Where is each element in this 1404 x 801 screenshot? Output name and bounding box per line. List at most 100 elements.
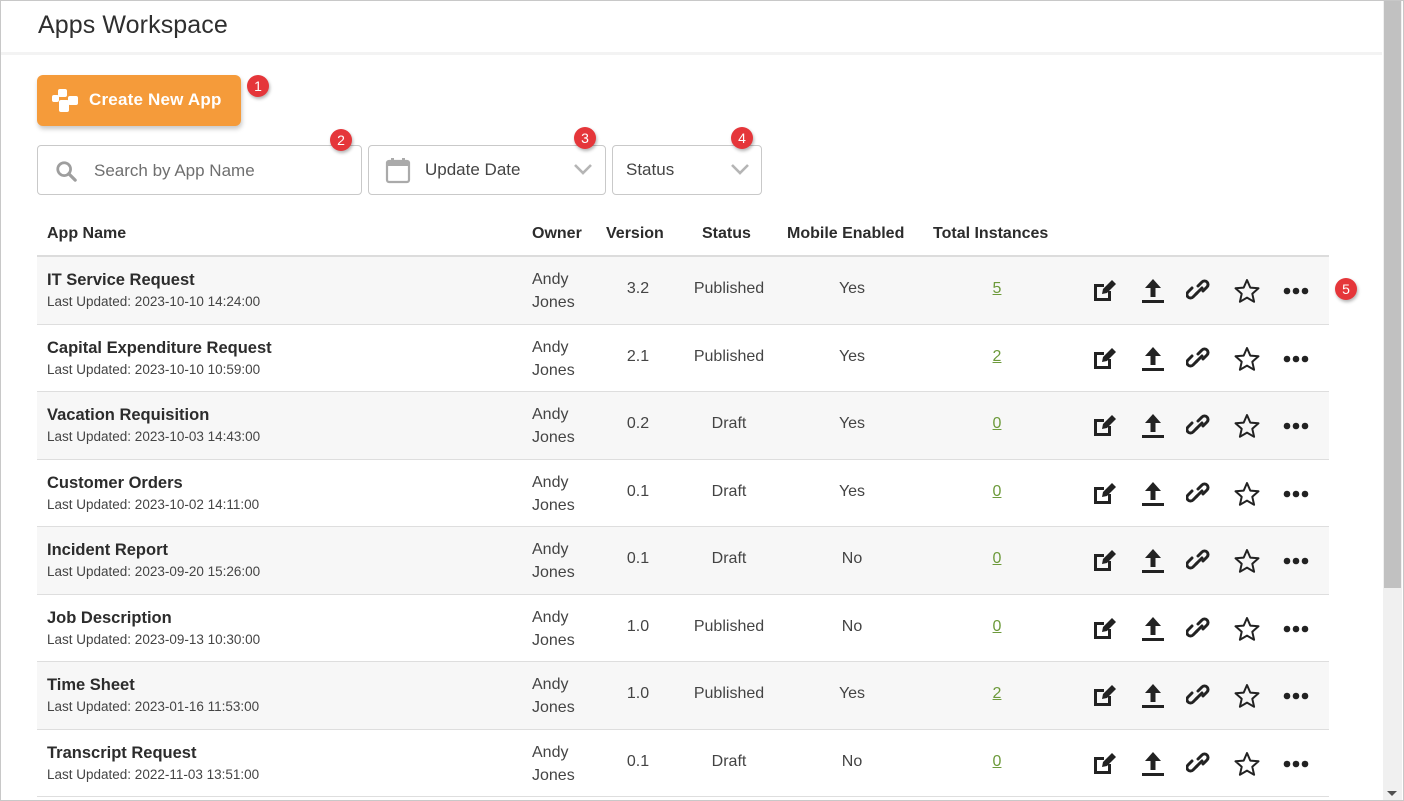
table-row[interactable]: Incident Report Last Updated: 2023-09-20… [37,527,1329,595]
owner-last-name: Jones [532,294,575,311]
table-row[interactable]: Customer Orders Last Updated: 2023-10-02… [37,460,1329,527]
table-row[interactable]: IT Service Request Last Updated: 2023-10… [37,257,1329,325]
favorite-button[interactable] [1232,277,1262,305]
publish-button[interactable] [1138,682,1168,710]
favorite-button[interactable] [1232,480,1262,508]
app-name[interactable]: Capital Expenditure Request [47,339,272,358]
favorite-button[interactable] [1232,547,1262,575]
app-name[interactable]: Transcript Request [47,744,196,763]
star-icon [1234,481,1260,506]
app-name[interactable]: Incident Report [47,541,168,560]
favorite-button[interactable] [1232,615,1262,643]
version: 1.0 [626,685,650,702]
edit-button[interactable] [1089,750,1119,778]
publish-button[interactable] [1138,277,1168,305]
publish-button[interactable] [1138,412,1168,440]
create-new-app-label: Create New App [89,90,222,109]
more-options-button[interactable] [1281,345,1311,373]
status: Published [693,685,765,702]
app-name[interactable]: IT Service Request [47,271,195,290]
more-options-button[interactable] [1281,412,1311,440]
callout-badge-2: 2 [330,129,352,151]
update-date-dropdown[interactable]: Update Date [368,145,606,195]
more-options-button[interactable] [1281,277,1311,305]
favorite-button[interactable] [1232,682,1262,710]
copy-link-button[interactable] [1184,412,1214,440]
publish-button[interactable] [1138,480,1168,508]
copy-link-button[interactable] [1184,615,1214,643]
edit-button[interactable] [1089,412,1119,440]
favorite-button[interactable] [1232,750,1262,778]
version: 0.1 [626,752,650,770]
edit-button[interactable] [1089,682,1119,710]
edit-button[interactable] [1089,615,1119,643]
edit-button[interactable] [1089,277,1119,305]
app-name[interactable]: Time Sheet [47,676,135,695]
publish-button[interactable] [1138,615,1168,643]
star-icon [1234,684,1260,708]
column-header-total-instances[interactable]: Total Instances [933,225,1048,243]
instances-link[interactable]: 0 [993,550,1002,567]
table-row[interactable]: Time Sheet Last Updated: 2023-01-16 11:5… [37,662,1329,730]
app-name[interactable]: Customer Orders [47,474,183,493]
more-icon [1283,692,1309,700]
edit-icon [1094,685,1116,706]
more-options-button[interactable] [1281,547,1311,575]
more-options-button[interactable] [1281,615,1311,643]
instances-link[interactable]: 0 [993,753,1002,770]
more-options-button[interactable] [1281,682,1311,710]
app-name[interactable]: Vacation Requisition [47,406,209,425]
vertical-scrollbar[interactable] [1383,1,1402,800]
link-icon [1186,549,1210,570]
table-row[interactable]: Vacation Requisition Last Updated: 2023-… [37,392,1329,460]
edit-button[interactable] [1089,345,1119,373]
publish-button[interactable] [1138,345,1168,373]
table-row[interactable]: Transcript Request Last Updated: 2022-11… [37,730,1329,797]
owner-name: Andy Jones [532,741,592,787]
status-dropdown[interactable]: Status [612,145,762,195]
mobile-enabled: No [841,617,863,635]
scroll-down-arrow-icon[interactable] [1387,791,1397,796]
search-input[interactable] [94,159,344,183]
copy-link-button[interactable] [1184,345,1214,373]
instances-link[interactable]: 0 [993,483,1002,500]
instances-link[interactable]: 2 [993,348,1002,365]
status: Draft [711,550,747,567]
edit-button[interactable] [1089,480,1119,508]
owner-last-name: Jones [532,564,575,581]
column-header-version[interactable]: Version [606,225,664,243]
copy-link-button[interactable] [1184,277,1214,305]
column-header-owner[interactable]: Owner [532,225,582,243]
column-header-app-name[interactable]: App Name [47,225,126,243]
mobile-enabled: Yes [838,347,866,365]
favorite-button[interactable] [1232,412,1262,440]
app-name[interactable]: Job Description [47,609,172,628]
publish-button[interactable] [1138,750,1168,778]
column-header-status[interactable]: Status [702,225,751,243]
more-options-button[interactable] [1281,750,1311,778]
calendar-icon [385,158,411,184]
table-row[interactable]: Job Description Last Updated: 2023-09-13… [37,595,1329,662]
copy-link-button[interactable] [1184,480,1214,508]
more-options-button[interactable] [1281,480,1311,508]
column-header-mobile-enabled[interactable]: Mobile Enabled [787,225,904,243]
page-header: Apps Workspace [1,1,1382,55]
copy-link-button[interactable] [1184,547,1214,575]
owner-first-name: Andy [532,676,569,693]
last-updated: Last Updated: 2023-10-10 10:59:00 [47,361,261,377]
instances-link[interactable]: 0 [993,618,1002,635]
instances-link[interactable]: 2 [993,685,1002,702]
publish-button[interactable] [1138,547,1168,575]
edit-button[interactable] [1089,547,1119,575]
table-row[interactable]: Capital Expenditure Request Last Updated… [37,325,1329,392]
scrollbar-thumb[interactable] [1384,1,1401,588]
create-new-app-button[interactable]: Create New App [37,75,241,126]
more-icon [1283,355,1309,362]
table-body: IT Service Request Last Updated: 2023-10… [37,257,1329,797]
copy-link-button[interactable] [1184,682,1214,710]
instances-link[interactable]: 5 [993,280,1002,297]
instances-link[interactable]: 0 [993,415,1002,432]
copy-link-button[interactable] [1184,750,1214,778]
favorite-button[interactable] [1232,345,1262,373]
search-box[interactable] [37,145,362,195]
